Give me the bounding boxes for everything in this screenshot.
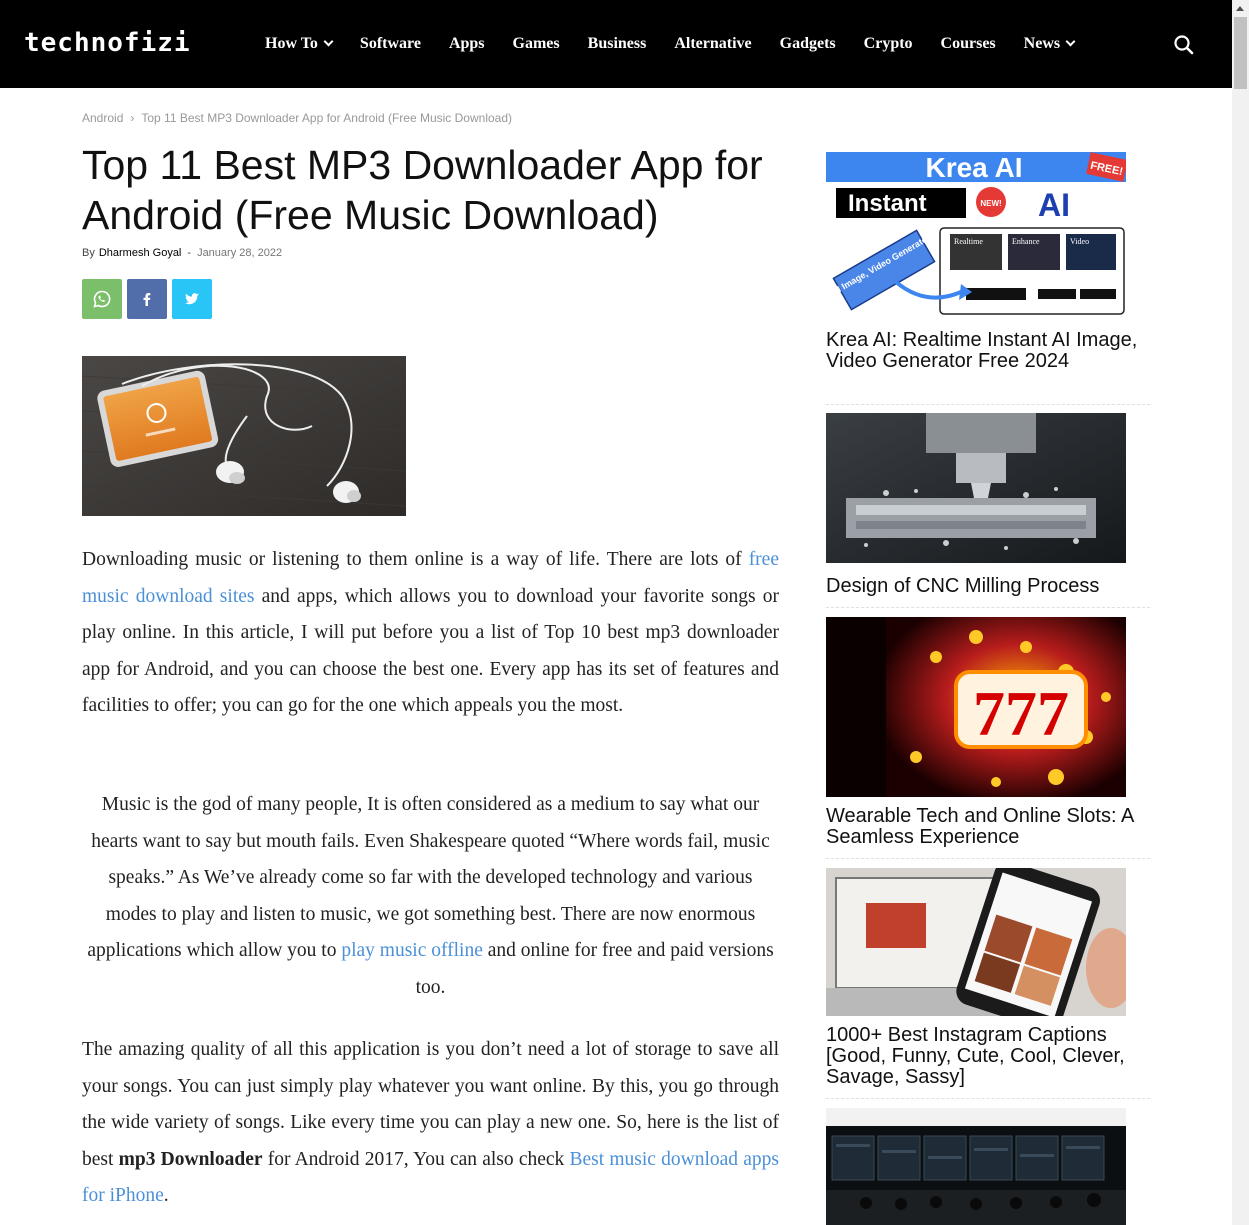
sidebar-post-thumbnail[interactable]: Krea AI FREE! Instant NEW! AI Realtime E… xyxy=(826,152,1126,316)
nav-label: News xyxy=(1023,35,1061,52)
nav-label: Games xyxy=(512,35,560,52)
vertical-scrollbar[interactable] xyxy=(1232,0,1249,1225)
nav-item-courses[interactable]: Courses xyxy=(927,35,1010,53)
breadcrumb-current[interactable]: Top 11 Best MP3 Downloader App for Andro… xyxy=(141,111,512,125)
sidebar-separator xyxy=(826,858,1150,859)
article-paragraph: Music is the god of many people, It is o… xyxy=(82,787,779,1007)
main-nav: How To Software Apps Games Business Alte… xyxy=(251,0,1088,88)
slot-digits: 777 xyxy=(973,678,1069,749)
nav-item-gadgets[interactable]: Gadgets xyxy=(766,35,850,53)
sidebar-separator xyxy=(826,1098,1150,1099)
article-paragraph: The amazing quality of all this applicat… xyxy=(82,1032,779,1215)
nav-label: Crypto xyxy=(863,35,913,52)
nav-label: Software xyxy=(359,35,421,52)
article-paragraph: Downloading music or listening to them o… xyxy=(82,542,779,725)
sidebar-post-title[interactable]: Krea AI: Realtime Instant AI Image, Vide… xyxy=(826,330,1152,372)
article-featured-image xyxy=(82,356,406,516)
text-run: for Android 2017, You can also check xyxy=(262,1148,570,1170)
nav-item-business[interactable]: Business xyxy=(574,35,661,53)
sidebar-separator xyxy=(826,607,1150,608)
tab-video-label: Video xyxy=(1070,237,1089,246)
text-run: Downloading music or listening to them o… xyxy=(82,549,749,570)
whatsapp-share-button[interactable] xyxy=(82,279,122,319)
share-buttons xyxy=(82,279,212,319)
sidebar-separator xyxy=(826,404,1150,405)
chevron-down-icon xyxy=(323,36,334,47)
nav-label: Apps xyxy=(448,35,485,52)
sidebar-post-title[interactable]: 1000+ Best Instagram Captions [Good, Fun… xyxy=(826,1025,1152,1088)
nav-label: Alternative xyxy=(674,35,752,52)
text-run: Music is the god of many people, It is o… xyxy=(87,794,770,962)
top-navigation-bar: technofizi How To Software Apps Games Bu… xyxy=(0,0,1232,88)
breadcrumb: Android › Top 11 Best MP3 Downloader App… xyxy=(82,111,512,125)
twitter-icon xyxy=(185,293,199,305)
banner-new: NEW! xyxy=(980,199,1001,208)
tab-enhance-label: Enhance xyxy=(1012,237,1040,246)
nav-item-apps[interactable]: Apps xyxy=(435,35,499,53)
site-logo[interactable]: technofizi xyxy=(24,28,191,58)
author-link[interactable]: Dharmesh Goyal xyxy=(99,247,182,259)
nav-item-crypto[interactable]: Crypto xyxy=(850,35,927,53)
breadcrumb-category[interactable]: Android xyxy=(82,111,123,125)
banner-instant: Instant xyxy=(848,190,927,217)
sidebar-post-thumbnail[interactable] xyxy=(826,413,1126,563)
article-title: Top 11 Best MP3 Downloader App for Andro… xyxy=(82,142,763,238)
byline: By Dharmesh Goyal - January 28, 2022 xyxy=(82,247,282,259)
breadcrumb-separator: › xyxy=(130,111,135,125)
link-play-music-offline[interactable]: play music offline xyxy=(341,940,483,961)
nav-item-how-to[interactable]: How To xyxy=(251,35,346,53)
twitter-share-button[interactable] xyxy=(172,279,212,319)
tab-realtime-label: Realtime xyxy=(954,237,983,246)
byline-dash: - xyxy=(187,247,192,259)
nav-label: How To xyxy=(265,35,318,52)
nav-item-alternative[interactable]: Alternative xyxy=(660,35,765,53)
bold-text: mp3 Downloader xyxy=(118,1148,263,1170)
publish-date: January 28, 2022 xyxy=(197,247,283,259)
nav-item-software[interactable]: Software xyxy=(346,35,435,53)
facebook-share-button[interactable] xyxy=(127,279,167,319)
banner-ai: AI xyxy=(1038,187,1070,223)
whatsapp-icon xyxy=(93,290,111,308)
by-label: By xyxy=(82,247,95,259)
banner-brand: Krea AI xyxy=(925,152,1022,183)
nav-item-games[interactable]: Games xyxy=(499,35,574,53)
sidebar-post-thumbnail[interactable] xyxy=(826,868,1126,1016)
nav-label: Business xyxy=(587,35,647,52)
nav-label: Gadgets xyxy=(779,35,836,52)
search-icon[interactable] xyxy=(1172,33,1196,57)
facebook-icon xyxy=(143,293,151,306)
sidebar-post-title[interactable]: Wearable Tech and Online Slots: A Seamle… xyxy=(826,806,1152,848)
scroll-up-arrow-icon[interactable] xyxy=(1236,6,1244,11)
text-run: . xyxy=(163,1185,169,1207)
chevron-down-icon xyxy=(1065,36,1076,47)
nav-item-news[interactable]: News xyxy=(1010,35,1088,53)
sidebar-post-title[interactable]: Design of CNC Milling Process xyxy=(826,576,1152,597)
sidebar-post-thumbnail[interactable]: 777 xyxy=(826,617,1126,797)
sidebar-post-thumbnail[interactable] xyxy=(826,1108,1126,1225)
nav-label: Courses xyxy=(940,35,996,52)
scroll-thumb[interactable] xyxy=(1234,17,1247,89)
